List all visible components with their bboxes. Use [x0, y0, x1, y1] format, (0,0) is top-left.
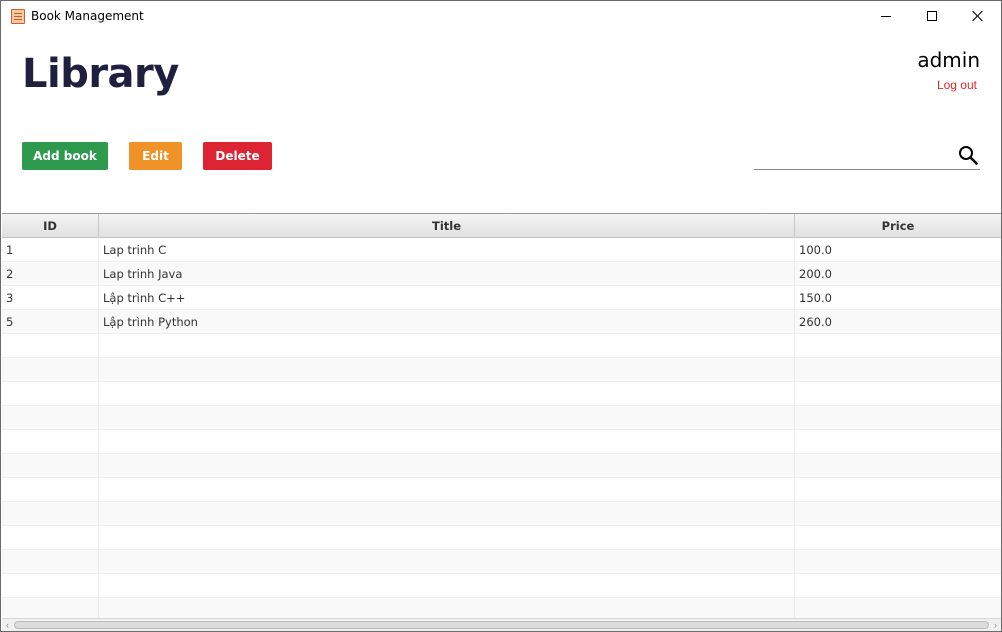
search-box: [754, 141, 980, 170]
price-cell: 200.0: [799, 267, 832, 281]
scroll-right-icon[interactable]: ›: [991, 621, 1000, 630]
empty-table-row[interactable]: [2, 382, 1001, 406]
id-cell: 1: [2, 238, 99, 262]
price-cell: [795, 430, 1001, 454]
app-window: Book Management Library admin Log out Ad…: [0, 0, 1002, 632]
id-cell: [2, 550, 99, 574]
empty-table-row[interactable]: [2, 574, 1001, 598]
table-row[interactable]: 1 Lap trinh C 100.0: [2, 238, 1001, 262]
column-header-title[interactable]: Title: [99, 214, 795, 238]
title-cell: [99, 574, 795, 598]
minimize-button[interactable]: [863, 1, 909, 31]
price-cell: [795, 478, 1001, 502]
title-cell: [99, 406, 795, 430]
scrollbar-thumb[interactable]: [14, 621, 989, 629]
empty-table-row[interactable]: [2, 358, 1001, 382]
window-title: Book Management: [31, 9, 144, 23]
scroll-left-icon[interactable]: ‹: [3, 621, 12, 630]
search-input[interactable]: [754, 145, 949, 167]
table-body: 1 Lap trinh C 100.0 2 Lap trinh Java 200.0 3 Lậ…: [2, 238, 1001, 618]
maximize-icon: [927, 11, 937, 21]
id-cell: 5: [2, 310, 99, 334]
close-button[interactable]: [955, 1, 1001, 31]
title-cell: [99, 454, 795, 478]
price-cell: [795, 526, 1001, 550]
column-header-price[interactable]: Price: [795, 214, 1001, 238]
id-cell: [2, 430, 99, 454]
id-cell: [2, 478, 99, 502]
empty-table-row[interactable]: [2, 478, 1001, 502]
table-header: ID Title Price: [2, 214, 1001, 238]
title-cell: [99, 334, 795, 358]
id-cell: 3: [2, 286, 99, 310]
maximize-button[interactable]: [909, 1, 955, 31]
horizontal-scrollbar[interactable]: ‹ ›: [2, 618, 1001, 631]
book-icon: [11, 9, 25, 24]
title-cell: Lập trình C++: [99, 286, 795, 310]
title-cell: [99, 502, 795, 526]
empty-table-row[interactable]: [2, 406, 1001, 430]
id-cell: [2, 526, 99, 550]
edit-button[interactable]: Edit: [129, 142, 182, 170]
minimize-icon: [881, 15, 891, 17]
empty-table-row[interactable]: [2, 550, 1001, 574]
id-cell: [2, 382, 99, 406]
empty-table-row[interactable]: [2, 502, 1001, 526]
title-cell: [99, 382, 795, 406]
title-cell: [99, 526, 795, 550]
search-icon[interactable]: [958, 145, 978, 165]
id-cell: [2, 334, 99, 358]
empty-table-row[interactable]: [2, 598, 1001, 618]
price-cell: [795, 382, 1001, 406]
empty-table-row[interactable]: [2, 526, 1001, 550]
title-cell: [99, 550, 795, 574]
id-cell: [2, 358, 99, 382]
title-cell: [99, 358, 795, 382]
empty-table-row[interactable]: [2, 430, 1001, 454]
id-cell: [2, 454, 99, 478]
title-cell: [99, 598, 795, 618]
id-cell: 2: [2, 262, 99, 286]
title-cell: [99, 478, 795, 502]
price-cell: [795, 406, 1001, 430]
price-cell: [795, 574, 1001, 598]
empty-table-row[interactable]: [2, 334, 1001, 358]
id-cell: [2, 574, 99, 598]
price-cell: [795, 502, 1001, 526]
price-cell: [795, 334, 1001, 358]
close-icon: [972, 10, 984, 22]
title-cell: Lập trình Python: [99, 310, 795, 334]
title-cell: Lap trinh Java: [99, 262, 795, 286]
table-row[interactable]: 2 Lap trinh Java 200.0: [2, 262, 1001, 286]
column-header-id[interactable]: ID: [2, 214, 99, 238]
price-cell: [795, 598, 1001, 618]
id-cell: [2, 598, 99, 618]
title-bar[interactable]: Book Management: [1, 1, 1001, 31]
logout-link[interactable]: Log out: [937, 78, 977, 92]
delete-button[interactable]: Delete: [203, 142, 272, 170]
id-cell: [2, 502, 99, 526]
username-label: admin: [917, 48, 980, 72]
price-cell: 260.0: [799, 315, 832, 329]
books-table: ID Title Price 1 Lap trinh C 100.0 2 Lap tri…: [2, 213, 1001, 618]
title-cell: Lap trinh C: [99, 238, 795, 262]
price-cell: [795, 454, 1001, 478]
price-cell: [795, 550, 1001, 574]
price-cell: 100.0: [799, 243, 832, 257]
table-row[interactable]: 3 Lập trình C++ 150.0: [2, 286, 1001, 310]
price-cell: [795, 358, 1001, 382]
price-cell: 150.0: [799, 291, 832, 305]
id-cell: [2, 406, 99, 430]
empty-table-row[interactable]: [2, 454, 1001, 478]
page-title: Library: [22, 51, 179, 97]
title-cell: [99, 430, 795, 454]
add-book-button[interactable]: Add book: [22, 142, 108, 170]
table-row[interactable]: 5 Lập trình Python 260.0: [2, 310, 1001, 334]
